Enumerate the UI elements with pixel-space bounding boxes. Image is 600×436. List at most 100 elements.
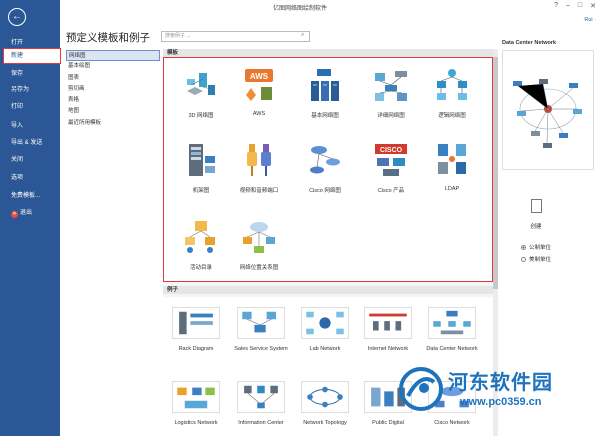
example-label: Sales Service System xyxy=(234,346,288,352)
example-thumbnail xyxy=(364,307,412,339)
menu-new[interactable]: 新建 xyxy=(3,48,61,64)
user-account[interactable]: Rui · xyxy=(584,17,596,23)
menu-options[interactable]: 选项 xyxy=(0,171,60,185)
preview-title: Data Center Network xyxy=(502,40,557,46)
template-label: Cisco 产品 xyxy=(377,188,405,194)
template-ldap[interactable]: LDAP xyxy=(422,142,482,192)
search-icon[interactable]: ⌕ xyxy=(301,32,304,39)
menu-save-as[interactable]: 另存为 xyxy=(0,83,60,97)
template-basic-network[interactable]: 基本网络图 xyxy=(295,67,355,119)
category-clipart[interactable]: 剪切画 xyxy=(66,84,160,95)
exit-icon: ✕ xyxy=(11,211,18,218)
template-active-directory[interactable]: 活动目录 xyxy=(171,219,231,271)
av-ports-icon xyxy=(247,144,271,176)
preview-diagram xyxy=(513,79,582,148)
template-av-ports[interactable]: 视频和音频端口 xyxy=(229,142,289,194)
template-label: LDAP xyxy=(444,186,460,192)
example-label: Information Center xyxy=(238,420,284,426)
menu-import[interactable]: 导入 xyxy=(0,119,60,133)
template-detailed-network[interactable]: 详细网络图 xyxy=(361,67,421,119)
metric-units-radio[interactable]: 公制单位 xyxy=(521,243,551,251)
logical-network-icon xyxy=(437,69,467,100)
maximize-icon[interactable]: □ xyxy=(578,2,582,10)
example-thumbnail xyxy=(172,381,220,413)
menu-export-send[interactable]: 导出 & 发送 xyxy=(0,136,60,150)
search-input[interactable]: 搜索例子 ... xyxy=(161,31,310,42)
new-document-icon xyxy=(530,199,542,213)
minimize-icon[interactable]: – xyxy=(566,2,570,10)
example-rack-diagram[interactable]: Rack Diagram xyxy=(166,307,226,352)
menu-save[interactable]: 保存 xyxy=(0,67,60,81)
example-thumbnail xyxy=(172,307,220,339)
example-thumbnail xyxy=(237,307,285,339)
menu-label: 关闭 xyxy=(11,157,24,163)
example-thumbnail xyxy=(301,307,349,339)
create-label: 创建 xyxy=(530,224,542,230)
template-3d-network[interactable]: 3D 网络图 xyxy=(171,67,231,119)
3d-network-icon xyxy=(187,73,215,95)
example-lab-network[interactable]: Lab Network xyxy=(295,307,355,352)
radio-label: 公制单位 xyxy=(529,245,552,251)
menu-label: 导入 xyxy=(11,123,24,129)
template-aws[interactable]: AWS AWS xyxy=(229,67,289,117)
example-label: Rack Diagram xyxy=(178,346,214,352)
template-cisco-products[interactable]: CISCO Cisco 产品 xyxy=(361,142,421,194)
category-tables[interactable]: 表格 xyxy=(66,95,160,106)
radio-label: 美制单位 xyxy=(529,257,552,263)
menu-label: 打印 xyxy=(11,104,24,110)
menu-free-templates[interactable]: 免费模板... xyxy=(0,189,60,203)
close-icon[interactable]: ✕ xyxy=(590,2,596,10)
template-label: 活动目录 xyxy=(189,265,212,271)
template-label: 机架图 xyxy=(192,188,210,194)
menu-close[interactable]: 关闭 xyxy=(0,153,60,167)
template-cisco-network[interactable]: Cisco 网络图 xyxy=(295,142,355,194)
watermark-title: 河东软件园 xyxy=(448,372,553,394)
template-label: AWS xyxy=(252,111,266,117)
active-directory-icon xyxy=(185,221,215,253)
template-label: 基本网络图 xyxy=(311,113,339,119)
create-button[interactable]: 创建 xyxy=(521,199,551,235)
example-sales-service[interactable]: Sales Service System xyxy=(231,307,291,352)
category-charts[interactable]: 图表 xyxy=(66,73,160,84)
template-label: 3D 网络图 xyxy=(188,113,214,119)
menu-print[interactable]: 打印 xyxy=(0,100,60,114)
menu-label: 另存为 xyxy=(11,87,30,93)
ldap-icon xyxy=(438,144,466,174)
detailed-network-icon xyxy=(375,71,407,101)
menu-label: 免费模板... xyxy=(11,193,41,199)
watermark-logo-icon xyxy=(399,367,443,411)
template-network-location[interactable]: 网络位置关系图 xyxy=(229,219,289,271)
example-network-topology[interactable]: Network Topology xyxy=(295,381,355,426)
example-information-center[interactable]: Information Center xyxy=(231,381,291,426)
category-recent[interactable]: 最近所用模板 xyxy=(66,118,160,129)
file-menu-sidebar: ← 打开 新建 保存 另存为 打印 导入 导出 & 发送 关闭 选项 免费模板.… xyxy=(0,0,61,436)
svg-text:CISCO: CISCO xyxy=(380,147,403,154)
cisco-products-icon: CISCO xyxy=(375,144,407,176)
us-units-radio[interactable]: 美制单位 xyxy=(521,255,551,263)
watermark-url: www.pc0359.cn xyxy=(460,396,542,408)
window-controls: ? – □ ✕ xyxy=(554,2,596,10)
category-network[interactable]: 网络图 xyxy=(66,50,160,62)
template-label: Cisco 网络图 xyxy=(309,188,341,194)
menu-label: 打开 xyxy=(11,40,24,46)
scrollbar-thumb[interactable] xyxy=(493,57,498,289)
example-data-center[interactable]: Data Center Network xyxy=(422,307,482,352)
menu-exit[interactable]: ✕ 退出 xyxy=(0,206,60,220)
menu-open[interactable]: 打开 xyxy=(0,36,60,50)
title-bar: 亿图网络图绘制软件 ? – □ ✕ Rui · xyxy=(0,0,600,23)
back-arrow-icon[interactable]: ← xyxy=(8,8,26,26)
template-rack[interactable]: 机架图 xyxy=(171,142,231,194)
template-label: 网络位置关系图 xyxy=(239,265,279,271)
category-list: 网络图 基本绘图 图表 剪切画 表格 地图 最近所用模板 xyxy=(66,50,160,129)
network-location-icon xyxy=(243,222,275,253)
template-logical-network[interactable]: 逻辑网络图 xyxy=(422,67,482,119)
example-label: Internet Network xyxy=(367,346,409,352)
menu-label: 导出 & 发送 xyxy=(11,140,43,146)
category-basic-drawing[interactable]: 基本绘图 xyxy=(66,61,160,72)
example-logistics[interactable]: Logistics Network xyxy=(166,381,226,426)
example-thumbnail xyxy=(301,381,349,413)
window-title: 亿图网络图绘制软件 xyxy=(272,6,327,12)
example-internet-network[interactable]: Internet Network xyxy=(358,307,418,352)
help-icon[interactable]: ? xyxy=(554,2,558,10)
category-maps[interactable]: 地图 xyxy=(66,106,160,117)
